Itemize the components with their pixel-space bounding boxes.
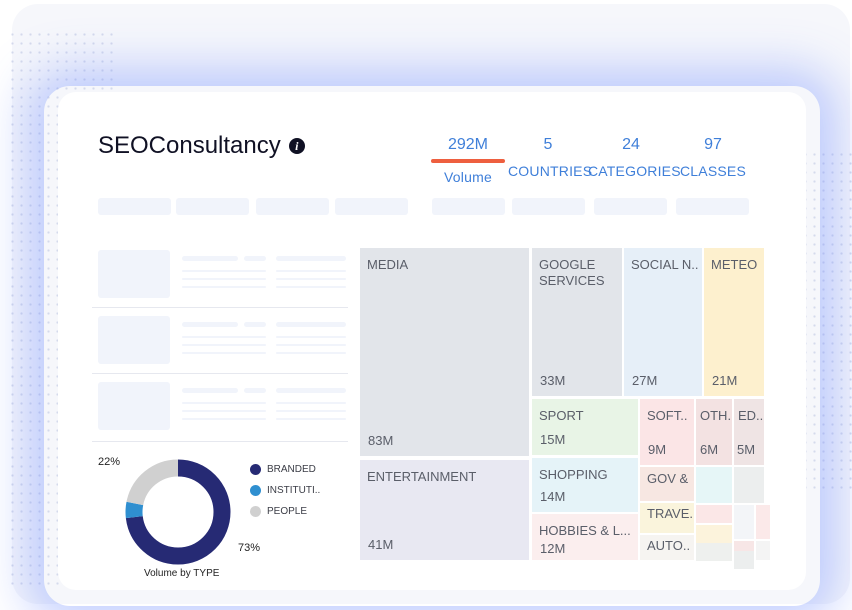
- skeleton-line: [182, 402, 266, 404]
- divider: [92, 441, 348, 442]
- skeleton-thumbnail: [98, 316, 170, 364]
- skeleton-line: [276, 336, 346, 338]
- stat-classes-value: 97: [704, 136, 722, 153]
- treemap-tile-small[interactable]: [696, 467, 732, 503]
- skeleton-line: [182, 410, 266, 412]
- stat-countries[interactable]: 5 COUNTRIES: [508, 136, 593, 179]
- skeleton-line: [276, 410, 346, 412]
- legend-swatch: [250, 506, 261, 517]
- treemap-tile-small[interactable]: [734, 467, 764, 503]
- stat-categories-label: CATEGORIES: [588, 163, 681, 179]
- skeleton-bar: [432, 198, 505, 215]
- stat-volume[interactable]: 292M Volume: [430, 136, 506, 185]
- treemap-tile-entertainment[interactable]: ENTERTAINMENT 41M: [360, 460, 529, 560]
- donut-slices: [125, 459, 231, 565]
- stat-classes-label: CLASSES: [680, 163, 746, 179]
- legend-label: PEOPLE: [267, 506, 308, 517]
- treemap-tile-software[interactable]: SOFT.. 9M: [640, 399, 694, 465]
- skeleton-thumbnail: [98, 250, 170, 298]
- skeleton-line: [182, 336, 266, 338]
- skeleton-line: [276, 352, 346, 354]
- stat-countries-label: COUNTRIES: [508, 163, 593, 179]
- treemap-tile-other[interactable]: OTH.. 6M: [696, 399, 732, 465]
- skeleton-line: [276, 278, 346, 280]
- skeleton-line: [182, 256, 238, 261]
- skeleton-bar: [335, 198, 408, 215]
- treemap-tile-education[interactable]: ED.. 5M: [734, 399, 764, 465]
- dashboard-card: SEOConsultancy i 292M Volume 5 COUNTRIES…: [58, 92, 806, 590]
- skeleton-bar: [176, 198, 249, 215]
- skeleton-bar: [676, 198, 749, 215]
- legend-swatch: [250, 464, 261, 475]
- skeleton-line: [276, 388, 346, 393]
- stat-categories[interactable]: 24 CATEGORIES: [588, 136, 681, 179]
- divider: [92, 373, 348, 374]
- legend-item-branded[interactable]: BRANDED: [250, 464, 320, 475]
- divider: [92, 307, 348, 308]
- skeleton-line: [182, 388, 238, 393]
- page-title: SEOConsultancy i: [98, 132, 305, 160]
- treemap-tile-small[interactable]: [756, 505, 770, 539]
- legend-item-people[interactable]: PEOPLE: [250, 506, 320, 517]
- treemap-tile-shopping[interactable]: SHOPPING 14M: [532, 458, 638, 512]
- treemap-tile-hobbies[interactable]: HOBBIES & L... 12M: [532, 514, 638, 560]
- skeleton-bar: [98, 198, 171, 215]
- skeleton-line: [244, 256, 266, 261]
- stat-volume-label: Volume: [444, 169, 492, 185]
- treemap-tile-media[interactable]: MEDIA 83M: [360, 248, 529, 456]
- treemap-tile-social[interactable]: SOCIAL N.. 27M: [624, 248, 702, 396]
- stat-volume-value: 292M: [430, 136, 506, 163]
- treemap-tile-government[interactable]: GOV &: [640, 467, 694, 501]
- skeleton-line: [276, 286, 346, 288]
- skeleton-line: [182, 270, 266, 272]
- category-treemap: MEDIA 83M ENTERTAINMENT 41M GOOGLE SERVI…: [360, 248, 770, 569]
- skeleton-line: [182, 352, 266, 354]
- stat-countries-value: 5: [543, 136, 553, 153]
- skeleton-line: [182, 322, 238, 327]
- treemap-tile-small[interactable]: [696, 525, 732, 543]
- treemap-tile-small[interactable]: [734, 551, 754, 569]
- treemap-tile-sport[interactable]: SPORT 15M: [532, 399, 638, 455]
- skeleton-line: [182, 278, 266, 280]
- info-icon[interactable]: i: [288, 138, 305, 154]
- skeleton-line: [276, 402, 346, 404]
- skeleton-line: [276, 270, 346, 272]
- skeleton-line: [244, 388, 266, 393]
- donut-legend: BRANDED INSTITUTI.. PEOPLE: [250, 464, 320, 527]
- treemap-tile-meteo[interactable]: METEO 21M: [704, 248, 764, 396]
- skeleton-line: [182, 344, 266, 346]
- stat-classes[interactable]: 97 CLASSES: [678, 136, 748, 179]
- treemap-tile-small[interactable]: [756, 541, 770, 560]
- skeleton-bar: [594, 198, 667, 215]
- skeleton-line: [276, 418, 346, 420]
- stat-categories-value: 24: [622, 136, 640, 153]
- skeleton-line: [276, 256, 346, 261]
- skeleton-line: [276, 344, 346, 346]
- legend-label: INSTITUTI..: [267, 485, 321, 496]
- skeleton-bar: [512, 198, 585, 215]
- legend-label: BRANDED: [267, 464, 316, 475]
- skeleton-line: [244, 322, 266, 327]
- treemap-tile-travel[interactable]: TRAVE..: [640, 503, 694, 533]
- legend-swatch: [250, 485, 261, 496]
- treemap-tile-google-services[interactable]: GOOGLE SERVICES 33M: [532, 248, 622, 396]
- treemap-tile-small[interactable]: [696, 543, 732, 561]
- treemap-tile-small[interactable]: [734, 505, 754, 539]
- title-text: SEOConsultancy: [98, 132, 281, 159]
- donut-label-people: 22%: [98, 456, 121, 468]
- skeleton-line: [182, 286, 266, 288]
- donut-caption: Volume by TYPE: [144, 568, 220, 579]
- legend-item-institutional[interactable]: INSTITUTI..: [250, 485, 320, 496]
- skeleton-thumbnail: [98, 382, 170, 430]
- skeleton-line: [276, 322, 346, 327]
- skeleton-line: [182, 418, 266, 420]
- treemap-tile-small[interactable]: [696, 505, 732, 523]
- skeleton-bar: [256, 198, 329, 215]
- donut-chart: [125, 459, 231, 565]
- treemap-tile-auto[interactable]: AUTO..: [640, 535, 694, 560]
- donut-label-branded: 73%: [238, 542, 261, 554]
